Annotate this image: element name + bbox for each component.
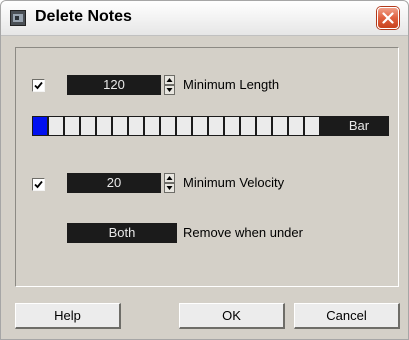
min-length-spinner[interactable] <box>164 75 175 95</box>
title-bar[interactable]: Delete Notes <box>1 1 408 36</box>
arrow-down-icon <box>166 186 173 190</box>
bar-segment-9[interactable] <box>161 117 175 135</box>
bar-segment-7[interactable] <box>129 117 143 135</box>
help-button[interactable]: Help <box>15 303 121 329</box>
bar-unit-label[interactable]: Bar <box>329 116 389 136</box>
remove-mode-label: Remove when under <box>183 225 303 240</box>
min-velocity-field[interactable]: 20 <box>67 173 161 193</box>
ok-button[interactable]: OK <box>179 303 285 329</box>
min-length-label: Minimum Length <box>183 77 280 92</box>
remove-mode-field[interactable]: Both <box>67 223 177 243</box>
bar-segment-1[interactable] <box>33 117 47 135</box>
min-length-checkbox[interactable] <box>32 79 45 92</box>
bar-segment-6[interactable] <box>113 117 127 135</box>
bar-segment-17[interactable] <box>289 117 303 135</box>
bar-segment-3[interactable] <box>65 117 79 135</box>
arrow-down-icon <box>166 88 173 92</box>
min-velocity-decrement[interactable] <box>164 183 175 193</box>
close-icon <box>382 12 394 24</box>
checkmark-icon <box>34 180 43 189</box>
close-button[interactable] <box>377 7 399 29</box>
dialog-title: Delete Notes <box>35 8 132 25</box>
bar-segment-12[interactable] <box>209 117 223 135</box>
bar-segment-14[interactable] <box>241 117 255 135</box>
min-velocity-spinner[interactable] <box>164 173 175 193</box>
bar-segment-15[interactable] <box>257 117 271 135</box>
bar-segment-4[interactable] <box>81 117 95 135</box>
bar-segment-13[interactable] <box>225 117 239 135</box>
min-velocity-checkbox[interactable] <box>32 178 45 191</box>
cancel-button[interactable]: Cancel <box>294 303 400 329</box>
length-bar[interactable]: Bar <box>32 116 389 136</box>
bar-segment-11[interactable] <box>193 117 207 135</box>
min-length-field[interactable]: 120 <box>67 75 161 95</box>
min-length-increment[interactable] <box>164 75 175 85</box>
min-length-decrement[interactable] <box>164 85 175 95</box>
arrow-up-icon <box>166 78 173 82</box>
min-velocity-label: Minimum Velocity <box>183 175 285 190</box>
bar-segment-10[interactable] <box>177 117 191 135</box>
bar-segment-5[interactable] <box>97 117 111 135</box>
checkmark-icon <box>34 81 43 90</box>
bar-segment-8[interactable] <box>145 117 159 135</box>
min-velocity-increment[interactable] <box>164 173 175 183</box>
bar-segment-16[interactable] <box>273 117 287 135</box>
arrow-up-icon <box>166 176 173 180</box>
bar-segment-2[interactable] <box>49 117 63 135</box>
delete-notes-dialog: Delete Notes 120 Minimum Length Bar 20 M… <box>0 0 409 340</box>
app-icon <box>10 10 26 26</box>
bar-segment-18[interactable] <box>305 117 319 135</box>
